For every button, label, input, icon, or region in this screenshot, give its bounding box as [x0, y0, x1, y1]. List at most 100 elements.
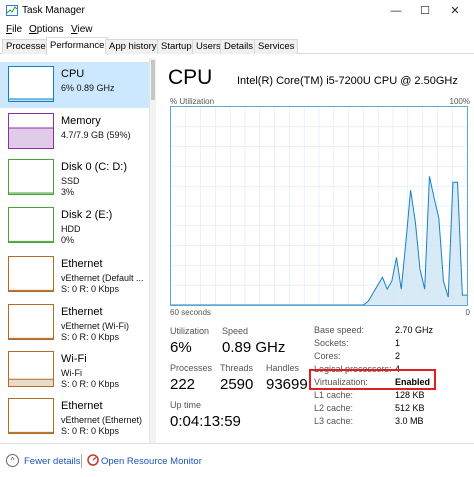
- utilization-axis-max: 100%: [449, 97, 470, 106]
- thumbnail-frame: [8, 207, 54, 243]
- resource-ethernet-ethernet[interactable]: Ethernet vEthernet (Ethernet) S: 0 R: 0 …: [0, 394, 149, 440]
- resource-usage: 0%: [61, 235, 75, 245]
- task-manager-icon: [6, 5, 18, 16]
- tab-details[interactable]: Details: [220, 39, 258, 54]
- spec-value: 3.0 MB: [395, 416, 424, 426]
- title-bar: Task Manager — ☐ ✕: [0, 0, 474, 22]
- resource-monitor-icon: [87, 454, 99, 466]
- resource-detail: vEthernet (Default ...: [61, 273, 144, 283]
- resource-detail: 4.7/7.9 GB (59%): [61, 130, 131, 140]
- resource-usage: S: 0 R: 0 Kbps: [61, 332, 120, 342]
- sidebar-scrollbar-thumb[interactable]: [151, 60, 155, 100]
- speed-value: 0.89 GHz: [222, 339, 286, 356]
- spec-label: L1 cache:: [314, 390, 354, 400]
- resource-list: CPU 6% 0.89 GHz Memory 4.7/7.9 GB (59%) …: [0, 58, 150, 443]
- uptime-label: Up time: [170, 400, 202, 410]
- resource-detail: vEthernet (Ethernet): [61, 415, 143, 425]
- tab-app-history[interactable]: App history: [105, 39, 161, 54]
- resource-detail: SSD: [61, 176, 80, 186]
- thumbnail-fill: [9, 379, 53, 386]
- resource-usage: S: 0 R: 0 Kbps: [61, 379, 120, 389]
- uptime-value: 0:04:13:59: [170, 413, 241, 430]
- virtualization-highlight-box: [309, 369, 436, 390]
- resource-name: Disk 2 (E:): [61, 209, 113, 221]
- processes-label: Processes: [170, 363, 213, 373]
- chevron-up-icon[interactable]: ^: [6, 454, 19, 467]
- spec-value: 1: [395, 338, 401, 348]
- network-thumbnail-graph: [8, 398, 54, 434]
- resource-name: Ethernet: [61, 258, 103, 270]
- footer-bar: ^ Fewer details Open Resource Monitor: [0, 443, 474, 477]
- thumbnail-frame: [8, 304, 54, 340]
- spec-value: 2: [395, 351, 401, 361]
- menu-file[interactable]: File: [6, 24, 22, 35]
- tab-services[interactable]: Services: [254, 39, 299, 54]
- spec-label: L3 cache:: [314, 416, 354, 426]
- tab-performance[interactable]: Performance: [46, 37, 109, 55]
- spec-label: Cores:: [314, 351, 341, 361]
- resource-detail: vEthernet (Wi-Fi): [61, 321, 130, 331]
- handles-label: Handles: [266, 363, 300, 373]
- graph-zero-label: 0: [465, 308, 470, 317]
- cpu-thumbnail-graph: [8, 66, 54, 102]
- resource-detail: Wi-Fi: [61, 368, 82, 378]
- menu-view[interactable]: View: [71, 24, 93, 35]
- disk-thumbnail-graph: [8, 207, 54, 243]
- menu-options[interactable]: Options: [29, 24, 63, 35]
- resource-name: Disk 0 (C: D:): [61, 161, 127, 173]
- utilization-label: Utilization: [170, 326, 210, 336]
- spec-label: Sockets:: [314, 338, 349, 348]
- sidebar-scrollbar[interactable]: [150, 58, 156, 443]
- handles-value: 93699: [266, 376, 308, 393]
- resource-memory[interactable]: Memory 4.7/7.9 GB (59%): [0, 109, 149, 155]
- footer-divider: [81, 454, 82, 468]
- resource-ethernet-default[interactable]: Ethernet vEthernet (Default ... S: 0 R: …: [0, 252, 149, 298]
- resource-name: Memory: [61, 115, 101, 127]
- utilization-value: 6%: [170, 339, 192, 356]
- network-thumbnail-graph: [8, 256, 54, 292]
- graph-time-span: 60 seconds: [170, 308, 211, 317]
- close-button[interactable]: ✕: [442, 2, 468, 20]
- fewer-details-link[interactable]: Fewer details: [24, 456, 81, 467]
- spec-label: L2 cache:: [314, 403, 354, 413]
- threads-label: Threads: [220, 363, 254, 373]
- spec-value: 2.70 GHz: [395, 325, 434, 335]
- open-resource-monitor-link[interactable]: Open Resource Monitor: [101, 456, 202, 467]
- utilization-axis-label: % Utilization: [170, 97, 215, 106]
- thumbnail-frame: [8, 398, 54, 434]
- menu-bar: File Options View: [0, 22, 474, 38]
- resource-usage: S: 0 R: 0 Kbps: [61, 426, 120, 436]
- resource-disk-2[interactable]: Disk 2 (E:) HDD 0%: [0, 203, 149, 249]
- resource-cpu[interactable]: CPU 6% 0.89 GHz: [0, 62, 149, 108]
- tab-startup[interactable]: Startup: [157, 39, 196, 54]
- spec-value: 128 KB: [395, 390, 425, 400]
- page-title: CPU: [168, 66, 213, 89]
- resource-name: Wi-Fi: [61, 353, 87, 365]
- speed-label: Speed: [222, 326, 249, 336]
- thumbnail-frame: [8, 256, 54, 292]
- thumbnail-fill: [9, 127, 53, 148]
- spec-value: 512 KB: [395, 403, 425, 413]
- network-thumbnail-graph: [8, 351, 54, 387]
- resource-name: Ethernet: [61, 306, 103, 318]
- resource-detail: 6% 0.89 GHz: [61, 83, 115, 93]
- resource-name: CPU: [61, 68, 85, 80]
- cpu-utilization-graph: [170, 106, 468, 306]
- thumbnail-frame: [8, 159, 54, 195]
- memory-thumbnail-graph: [8, 113, 54, 149]
- spec-label: Base speed:: [314, 325, 365, 335]
- resource-usage: S: 0 R: 0 Kbps: [61, 284, 120, 294]
- processes-value: 222: [170, 376, 196, 393]
- threads-value: 2590: [220, 376, 254, 393]
- thumbnail-frame: [8, 66, 54, 102]
- minimize-button[interactable]: —: [383, 2, 409, 20]
- cpu-detail-panel: CPU Intel(R) Core(TM) i5-7200U CPU @ 2.5…: [158, 58, 474, 443]
- disk-thumbnail-graph: [8, 159, 54, 195]
- cpu-model-name: Intel(R) Core(TM) i5-7200U CPU @ 2.50GHz: [237, 75, 458, 87]
- resource-wifi[interactable]: Wi-Fi Wi-Fi S: 0 R: 0 Kbps: [0, 347, 149, 393]
- resource-disk-0[interactable]: Disk 0 (C: D:) SSD 3%: [0, 155, 149, 201]
- resource-ethernet-wifi[interactable]: Ethernet vEthernet (Wi-Fi) S: 0 R: 0 Kbp…: [0, 300, 149, 346]
- tab-bar: Processes Performance App history Startu…: [0, 37, 474, 55]
- resource-name: Ethernet: [61, 400, 103, 412]
- maximize-button[interactable]: ☐: [412, 2, 438, 20]
